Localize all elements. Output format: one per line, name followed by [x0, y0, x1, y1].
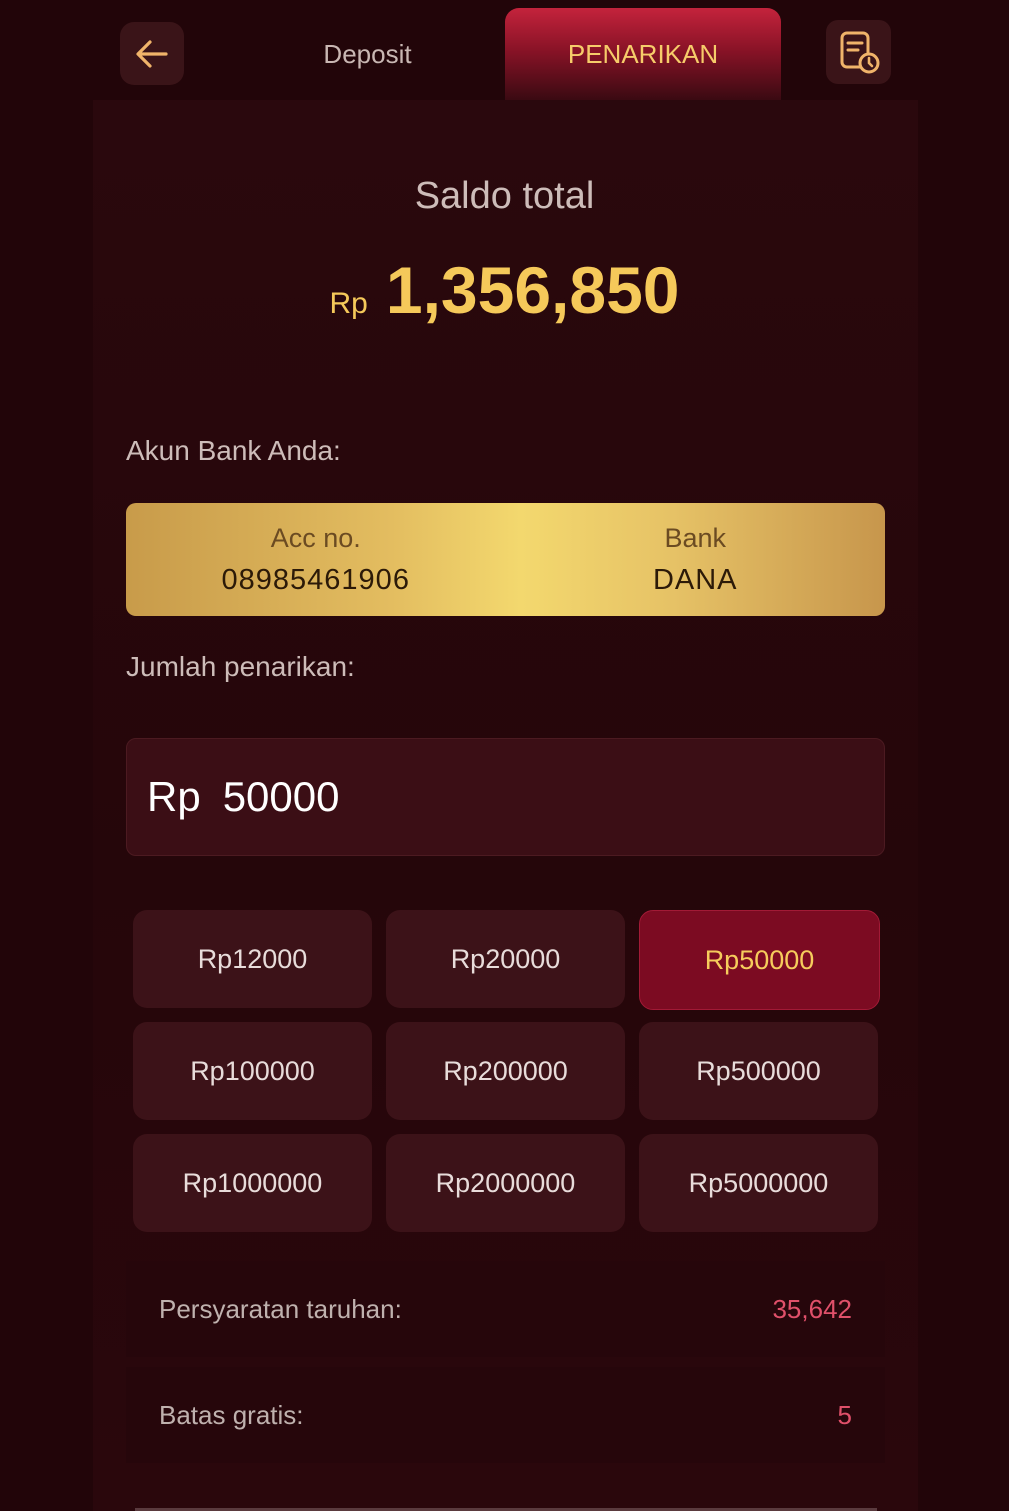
- amount-value[interactable]: 50000: [223, 773, 340, 821]
- arrow-left-icon: [136, 39, 168, 68]
- preset-amount-button[interactable]: Rp12000: [133, 910, 372, 1008]
- withdraw-amount-input[interactable]: Rp 50000: [126, 738, 885, 856]
- preset-amount-button[interactable]: Rp200000: [386, 1022, 625, 1120]
- tab-withdraw[interactable]: PENARIKAN: [505, 8, 781, 100]
- free-limit-label: Batas gratis:: [159, 1399, 304, 1430]
- wager-requirement-row: Persyaratan taruhan: 35,642: [126, 1261, 885, 1357]
- bank-account-card: Acc no. 08985461906 Bank DANA: [126, 503, 885, 616]
- free-limit-row: Batas gratis: 5: [126, 1367, 885, 1463]
- bank-name-label: Bank: [664, 522, 727, 553]
- document-history-icon: [840, 31, 879, 74]
- preset-amount-button[interactable]: Rp20000: [386, 910, 625, 1008]
- balance-amount: 1,356,850: [385, 253, 680, 327]
- preset-amount-button[interactable]: Rp100000: [133, 1022, 372, 1120]
- withdraw-amount-label: Jumlah penarikan:: [126, 651, 355, 682]
- preset-amount-button-selected[interactable]: Rp50000: [639, 910, 880, 1010]
- withdraw-page: Deposit PENARIKAN Saldo total Rp 1,356,8…: [0, 0, 1009, 1511]
- bank-name-column: Bank DANA: [506, 503, 886, 616]
- preset-amount-button[interactable]: Rp2000000: [386, 1134, 625, 1232]
- bank-name-value: DANA: [652, 563, 738, 596]
- amount-currency: Rp: [147, 773, 201, 820]
- account-number-label: Acc no.: [270, 522, 361, 553]
- history-button[interactable]: [826, 20, 891, 84]
- preset-amount-button[interactable]: Rp500000: [639, 1022, 878, 1120]
- bank-section-label: Akun Bank Anda:: [126, 435, 341, 466]
- free-limit-value: 5: [837, 1399, 852, 1430]
- tab-deposit-label: Deposit: [323, 38, 412, 69]
- balance-value: Rp 1,356,850: [0, 252, 1009, 328]
- balance-currency: Rp: [329, 287, 368, 320]
- preset-amount-button[interactable]: Rp1000000: [133, 1134, 372, 1232]
- account-number-column: Acc no. 08985461906: [126, 503, 506, 616]
- wager-requirement-value: 35,642: [772, 1293, 852, 1324]
- tab-withdraw-label: PENARIKAN: [567, 38, 719, 69]
- balance-label: Saldo total: [414, 175, 595, 217]
- wager-requirement-label: Persyaratan taruhan:: [159, 1293, 402, 1324]
- back-button[interactable]: [120, 22, 184, 85]
- preset-amount-button[interactable]: Rp5000000: [639, 1134, 878, 1232]
- tab-deposit[interactable]: Deposit: [255, 18, 480, 90]
- account-number-value: 08985461906: [221, 563, 410, 596]
